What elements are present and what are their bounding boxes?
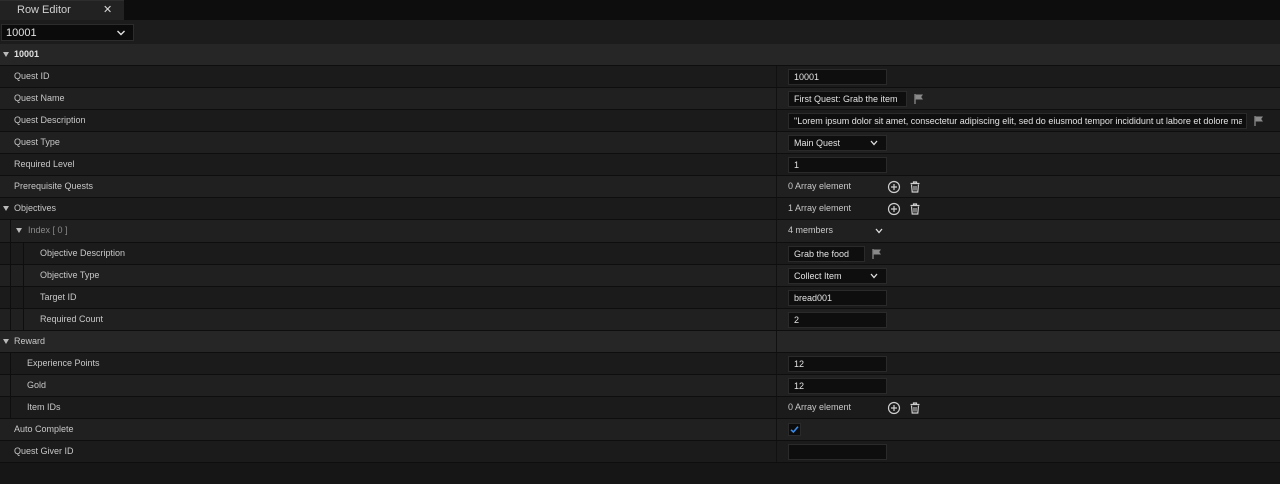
- caret-down-icon[interactable]: [16, 228, 22, 233]
- property-row-prerequisite-quests: Prerequisite Quests 0 Array element: [0, 176, 1280, 198]
- tab-row-editor[interactable]: Row Editor ✕: [0, 0, 124, 20]
- property-label: Objective Description: [40, 248, 126, 258]
- row-selector-dropdown[interactable]: 10001: [1, 24, 134, 41]
- property-label: Auto Complete: [14, 424, 74, 434]
- property-label: Quest Description: [14, 115, 86, 125]
- caret-down-icon[interactable]: [3, 339, 9, 344]
- members-count: 4 members: [788, 225, 834, 235]
- quest-name-input[interactable]: First Quest: Grab the item: [788, 91, 907, 107]
- required-count-input[interactable]: 2: [788, 312, 887, 328]
- trash-icon[interactable]: [908, 202, 922, 216]
- tab-title: Row Editor: [17, 4, 71, 16]
- field-value: Collect Item: [794, 271, 842, 281]
- property-row-experience-points: Experience Points 12: [0, 353, 1280, 375]
- property-row-objectives[interactable]: Objectives 1 Array element: [0, 198, 1280, 220]
- property-label: Item IDs: [27, 402, 61, 412]
- row-header-label: 10001: [14, 49, 40, 59]
- experience-points-input[interactable]: 12: [788, 356, 887, 372]
- quest-id-input[interactable]: 10001: [788, 69, 887, 85]
- property-row-item-ids: Item IDs 0 Array element: [0, 397, 1280, 419]
- property-row-required-level: Required Level 1: [0, 154, 1280, 176]
- property-row-quest-giver-id: Quest Giver ID: [0, 441, 1280, 463]
- auto-complete-checkbox[interactable]: [788, 423, 801, 436]
- tab-bar: Row Editor ✕: [0, 0, 1280, 20]
- quest-type-dropdown[interactable]: Main Quest: [788, 135, 887, 151]
- add-circle-icon[interactable]: [887, 202, 901, 216]
- field-value: 12: [794, 359, 805, 369]
- flag-icon[interactable]: [871, 248, 883, 260]
- property-label: Reward: [14, 336, 46, 346]
- flag-icon[interactable]: [913, 93, 925, 105]
- property-label: Required Level: [14, 159, 75, 169]
- field-value: Main Quest: [794, 138, 841, 148]
- property-label: Quest ID: [14, 71, 50, 81]
- property-label: Quest Name: [14, 93, 65, 103]
- property-label: Index [ 0 ]: [28, 225, 68, 235]
- property-label: Quest Giver ID: [14, 446, 74, 456]
- property-label: Objective Type: [40, 270, 100, 280]
- property-row-quest-description: Quest Description "Lorem ipsum dolor sit…: [0, 110, 1280, 132]
- chevron-down-icon: [870, 140, 878, 146]
- property-row-reward[interactable]: Reward: [0, 331, 1280, 353]
- property-label: Quest Type: [14, 137, 60, 147]
- chevron-down-icon: [870, 273, 878, 279]
- caret-down-icon[interactable]: [3, 206, 9, 211]
- array-count: 0 Array element: [788, 402, 852, 412]
- row-selector-value: 10001: [6, 27, 37, 39]
- close-icon[interactable]: ✕: [103, 3, 112, 16]
- row-header[interactable]: 10001: [0, 44, 1280, 66]
- chevron-down-icon: [117, 30, 125, 36]
- caret-down-icon[interactable]: [3, 52, 9, 57]
- toolbar: 10001: [0, 20, 1280, 44]
- details-panel: 10001 Quest ID 10001 Quest Name First Qu…: [0, 44, 1280, 484]
- field-value: "Lorem ipsum dolor sit amet, consectetur…: [794, 116, 1242, 126]
- gold-input[interactable]: 12: [788, 378, 887, 394]
- property-label: Gold: [27, 380, 47, 390]
- property-row-quest-id: Quest ID 10001: [0, 66, 1280, 88]
- field-value: 12: [794, 381, 805, 391]
- trash-icon[interactable]: [908, 180, 922, 194]
- objective-description-input[interactable]: Grab the food: [788, 246, 865, 262]
- add-circle-icon[interactable]: [887, 401, 901, 415]
- chevron-down-icon[interactable]: [875, 228, 883, 234]
- property-row-quest-name: Quest Name First Quest: Grab the item: [0, 88, 1280, 110]
- field-value: 1: [794, 160, 800, 170]
- property-row-quest-type: Quest Type Main Quest: [0, 132, 1280, 154]
- add-circle-icon[interactable]: [887, 180, 901, 194]
- property-row-objective-description: Objective Description Grab the food: [0, 243, 1280, 265]
- array-count: 0 Array element: [788, 181, 852, 191]
- checkmark-icon: [790, 426, 799, 434]
- property-row-auto-complete: Auto Complete: [0, 419, 1280, 441]
- field-value: 10001: [794, 72, 820, 82]
- trash-icon[interactable]: [908, 401, 922, 415]
- property-label: Required Count: [40, 314, 104, 324]
- property-row-objective-type: Objective Type Collect Item: [0, 265, 1280, 287]
- property-label: Experience Points: [27, 358, 100, 368]
- field-value: Grab the food: [794, 249, 850, 259]
- flag-icon[interactable]: [1253, 115, 1265, 127]
- property-label: Prerequisite Quests: [14, 181, 94, 191]
- array-count: 1 Array element: [788, 203, 852, 213]
- field-value: bread001: [794, 293, 833, 303]
- quest-description-input[interactable]: "Lorem ipsum dolor sit amet, consectetur…: [788, 113, 1247, 129]
- property-row-required-count: Required Count 2: [0, 309, 1280, 331]
- objective-type-dropdown[interactable]: Collect Item: [788, 268, 887, 284]
- required-level-input[interactable]: 1: [788, 157, 887, 173]
- property-label: Objectives: [14, 203, 57, 213]
- property-row-target-id: Target ID bread001: [0, 287, 1280, 309]
- property-row-objective-index[interactable]: Index [ 0 ] 4 members: [0, 220, 1280, 243]
- quest-giver-id-input[interactable]: [788, 444, 887, 460]
- property-label: Target ID: [40, 292, 77, 302]
- target-id-input[interactable]: bread001: [788, 290, 887, 306]
- field-value: First Quest: Grab the item: [794, 94, 898, 104]
- field-value: 2: [794, 315, 800, 325]
- property-row-gold: Gold 12: [0, 375, 1280, 397]
